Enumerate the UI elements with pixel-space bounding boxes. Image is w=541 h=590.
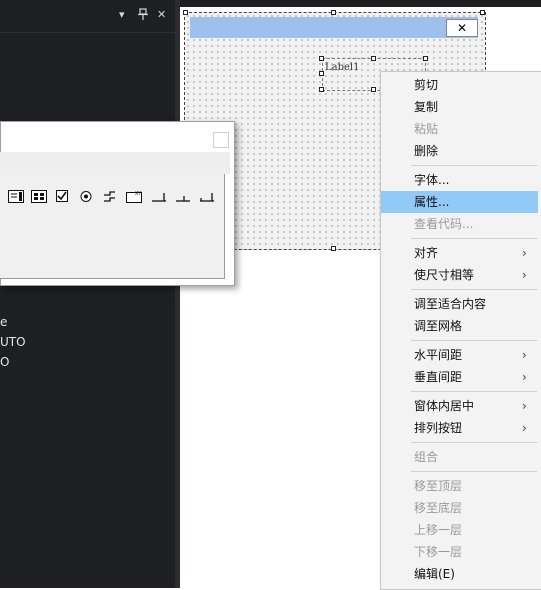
- side-panel-header: [0, 0, 175, 33]
- radio-icon[interactable]: [78, 190, 94, 203]
- menu-item-label: 垂直间距: [414, 370, 463, 384]
- toolbox-header: [0, 152, 230, 174]
- menu-item-align[interactable]: 对齐 ›: [381, 242, 538, 264]
- menu-item-edit[interactable]: 编辑(E): [381, 563, 538, 585]
- chevron-right-icon: ›: [522, 399, 527, 413]
- chevron-right-icon: ›: [522, 348, 527, 362]
- menu-item-size-to-fit[interactable]: 调至适合内容: [381, 293, 538, 315]
- menu-item-view-code[interactable]: 查看代码...: [381, 213, 538, 235]
- menu-item-label: 粘贴: [414, 122, 439, 136]
- menu-item-vertical-spacing[interactable]: 垂直间距 ›: [381, 366, 538, 388]
- menu-item-center-in-form[interactable]: 窗体内居中 ›: [381, 395, 538, 417]
- menu-item-label: 对齐: [414, 246, 439, 260]
- label-resize-handle[interactable]: [371, 87, 376, 92]
- groupbox-icon[interactable]: [102, 190, 118, 203]
- side-panel-line: e: [0, 315, 8, 329]
- menu-item-label: 属性...: [414, 195, 450, 209]
- toolbox-close-button[interactable]: [213, 132, 229, 148]
- form-title-bar: [190, 17, 478, 38]
- menu-item-label: 复制: [414, 100, 439, 114]
- menu-item-delete[interactable]: 删除: [381, 140, 538, 162]
- menu-item-label: 水平间距: [414, 348, 463, 362]
- label-resize-handle[interactable]: [319, 87, 324, 92]
- label-resize-handle[interactable]: [319, 56, 324, 61]
- listbox-icon[interactable]: [31, 190, 47, 203]
- label-resize-handle[interactable]: [371, 56, 376, 61]
- menu-item-label: 删除: [414, 144, 439, 158]
- menu-separator: [411, 238, 537, 239]
- side-panel-line: UTO: [0, 335, 26, 349]
- menu-separator: [411, 471, 537, 472]
- menu-separator: [411, 340, 537, 341]
- menu-item-label: 组合: [414, 450, 439, 464]
- menu-item-make-same-size[interactable]: 使尺寸相等 ›: [381, 264, 538, 286]
- menu-item-label: 移至底层: [414, 501, 463, 515]
- menu-separator: [411, 289, 537, 290]
- hscroll-icon[interactable]: [151, 190, 167, 203]
- pin-icon[interactable]: [138, 8, 148, 24]
- label-resize-handle[interactable]: [319, 71, 324, 76]
- resize-handle[interactable]: [183, 10, 188, 15]
- menu-item-send-to-back[interactable]: 移至底层: [381, 497, 538, 519]
- side-panel-line: O: [0, 355, 10, 369]
- menu-item-horizontal-spacing[interactable]: 水平间距 ›: [381, 344, 538, 366]
- menu-item-label: 上移一层: [414, 523, 463, 537]
- panel-icon[interactable]: XYZ: [126, 190, 145, 203]
- menu-item-label: 查看代码...: [414, 217, 474, 231]
- menu-item-label: 调至网格: [414, 319, 463, 333]
- chevron-right-icon: ›: [522, 370, 527, 384]
- menu-item-label: 使尺寸相等: [414, 268, 475, 282]
- resize-handle[interactable]: [331, 246, 336, 251]
- chevron-down-icon[interactable]: ▾: [119, 8, 125, 22]
- menu-item-label: 下移一层: [414, 545, 463, 559]
- menu-item-label: 编辑(E): [414, 567, 455, 581]
- menu-item-copy[interactable]: 复制: [381, 96, 538, 118]
- menu-item-bring-forward[interactable]: 上移一层: [381, 519, 538, 541]
- textbox-icon[interactable]: [8, 190, 24, 203]
- menu-item-arrange-buttons[interactable]: 排列按钮 ›: [381, 417, 538, 439]
- menu-separator: [411, 165, 537, 166]
- menu-item-paste[interactable]: 粘贴: [381, 118, 538, 140]
- side-panel: [0, 0, 175, 588]
- svg-text:XYZ: XYZ: [135, 191, 142, 197]
- menu-item-bring-to-front[interactable]: 移至顶层: [381, 475, 538, 497]
- designer-top-strip: [180, 0, 541, 7]
- menu-item-label: 排列按钮: [414, 421, 463, 435]
- resize-handle[interactable]: [331, 10, 336, 15]
- chevron-right-icon: ›: [522, 421, 527, 435]
- menu-item-label: 调至适合内容: [414, 297, 487, 311]
- menu-item-label: 移至顶层: [414, 479, 463, 493]
- tray-icon[interactable]: [199, 190, 215, 203]
- menu-item-label: 剪切: [414, 78, 439, 92]
- menu-item-send-backward[interactable]: 下移一层: [381, 541, 538, 563]
- menu-separator: [411, 391, 537, 392]
- menu-item-size-to-grid[interactable]: 调至网格: [381, 315, 538, 337]
- menu-item-cut[interactable]: 剪切: [381, 74, 538, 96]
- menu-item-label: 字体...: [414, 173, 450, 187]
- menu-separator: [411, 442, 537, 443]
- close-icon[interactable]: ✕: [157, 8, 166, 22]
- form-close-button[interactable]: ✕: [446, 19, 478, 37]
- label-control-text: Label1: [325, 62, 360, 73]
- menu-item-label: 窗体内居中: [414, 399, 475, 413]
- checkbox-icon[interactable]: [54, 190, 70, 203]
- vscroll-icon[interactable]: [175, 190, 191, 203]
- menu-item-group[interactable]: 组合: [381, 446, 538, 468]
- menu-item-properties[interactable]: 属性...: [381, 191, 538, 213]
- menu-item-font[interactable]: 字体...: [381, 169, 538, 191]
- label-resize-handle[interactable]: [423, 56, 428, 61]
- chevron-right-icon: ›: [522, 268, 527, 282]
- resize-handle[interactable]: [480, 10, 485, 15]
- chevron-right-icon: ›: [522, 246, 527, 260]
